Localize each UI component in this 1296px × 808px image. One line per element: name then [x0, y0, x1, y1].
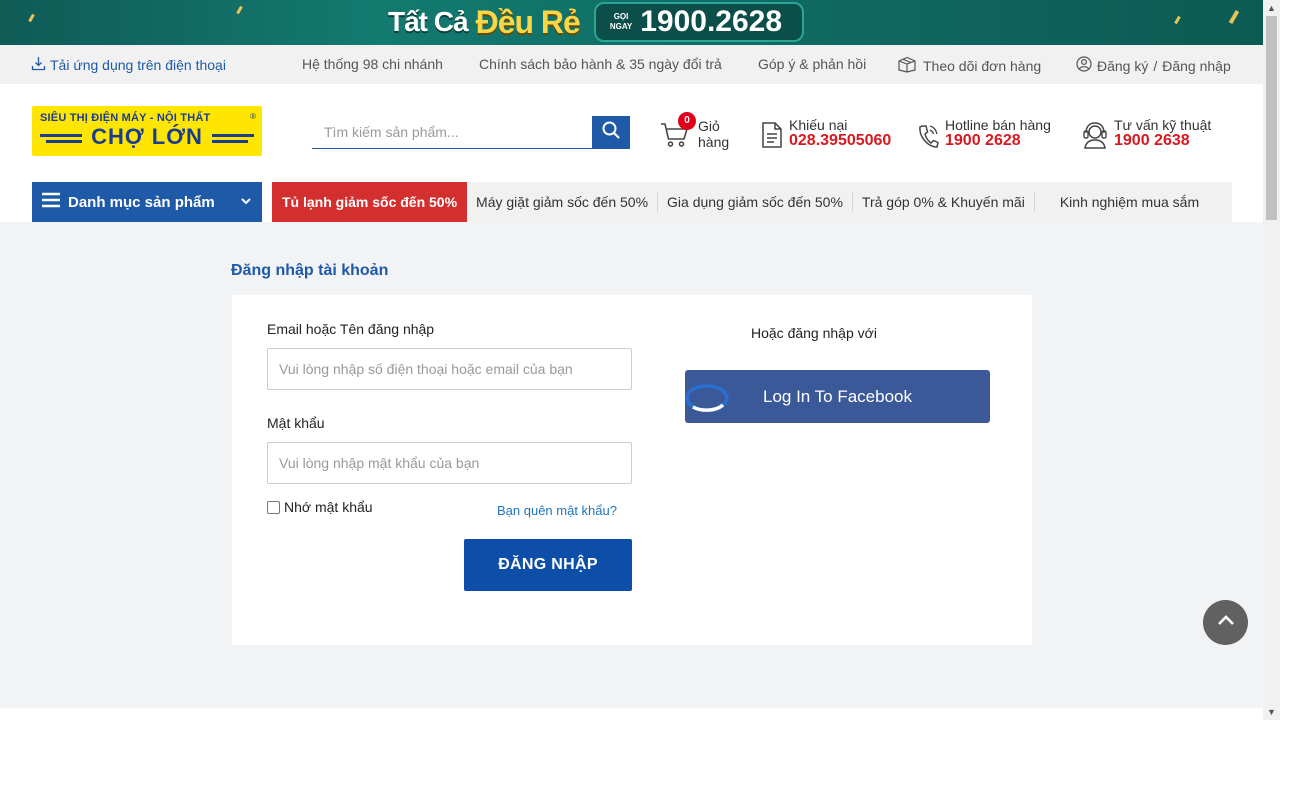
email-label: Email hoặc Tên đăng nhập: [267, 321, 435, 337]
hotline-label: Hotline bán hàng: [945, 117, 1051, 133]
password-label: Mật khẩu: [267, 415, 325, 431]
complaint-label: Khiếu nại: [789, 117, 848, 133]
promo-nav-bar: Tủ lạnh giảm sốc đến 50% Máy giặt giảm s…: [272, 182, 1232, 222]
social-login-label: Hoặc đăng nhập với: [751, 325, 877, 341]
top-links-bar: Tải ứng dụng trên điện thoại Hệ thống 98…: [0, 45, 1263, 84]
track-order-label: Theo dõi đơn hàng: [923, 58, 1042, 74]
banner-call-label-2: NGAY: [609, 22, 633, 31]
nav-item-shopping-tips[interactable]: Kinh nghiệm mua sắm: [1051, 192, 1208, 212]
register-link[interactable]: Đăng ký: [1097, 58, 1148, 74]
cart-count-badge: 0: [678, 112, 696, 130]
search-bar: [312, 116, 630, 149]
chevron-up-icon: [1216, 613, 1236, 632]
complaint-contact[interactable]: Khiếu nại 028.39505060: [761, 117, 891, 154]
remember-me: Nhớ mật khẩu: [267, 499, 373, 515]
cart-icon: [660, 123, 690, 154]
scroll-down-arrow[interactable]: ▼: [1263, 704, 1280, 720]
scroll-to-top-button[interactable]: [1203, 600, 1248, 645]
document-icon: [761, 121, 783, 154]
page-viewport: Tất Cả Đều Rẻ GỌI NGAY 1900.2628 Tải ứng…: [0, 0, 1263, 708]
confetti-decoration: [1174, 15, 1181, 25]
hotline-phone: 1900 2628: [945, 132, 1021, 149]
nav-item-appliances[interactable]: Gia dụng giảm sốc đến 50%: [658, 192, 853, 212]
box-icon: [897, 56, 917, 76]
tech-phone: 1900 2638: [1114, 132, 1190, 149]
confetti-decoration: [1228, 9, 1240, 25]
email-field[interactable]: [267, 348, 632, 390]
logo-line-1: SIÊU THỊ ĐIỆN MÁY - NỘI THẤT: [40, 112, 211, 124]
site-header: SIÊU THỊ ĐIỆN MÁY - NỘI THẤT ® CHỢ LỚN 0: [0, 84, 1263, 182]
hotline-contact[interactable]: Hotline bán hàng 1900 2628: [917, 117, 1051, 154]
remember-label[interactable]: Nhớ mật khẩu: [284, 499, 373, 515]
complaint-phone: 028.39505060: [789, 132, 892, 149]
password-field[interactable]: [267, 442, 632, 484]
menu-icon: [42, 192, 60, 212]
tech-support-contact[interactable]: Tư vấn kỹ thuật 1900 2638: [1082, 117, 1211, 154]
cart-label-1: Giỏ: [698, 118, 720, 134]
cart-label-2: hàng: [698, 134, 730, 150]
facebook-login-button[interactable]: Log In To Facebook: [685, 370, 990, 423]
branches-link[interactable]: Hệ thống 98 chi nhánh: [302, 56, 443, 72]
app-download-link[interactable]: Tải ứng dụng trên điện thoại: [31, 56, 226, 74]
remember-checkbox[interactable]: [267, 500, 280, 514]
logo-line-2: CHỢ LỚN: [91, 124, 203, 149]
nav-item-washer[interactable]: Máy giặt giảm sốc đến 50%: [467, 192, 659, 212]
confetti-decoration: [28, 13, 35, 23]
site-logo[interactable]: SIÊU THỊ ĐIỆN MÁY - NỘI THẤT ® CHỢ LỚN: [32, 106, 262, 156]
download-icon: [31, 56, 46, 74]
phone-icon: [917, 123, 939, 154]
banner-call-label-1: GỌI: [613, 12, 629, 21]
warranty-link[interactable]: Chính sách bảo hành & 35 ngày đổi trả: [479, 56, 722, 72]
search-input[interactable]: [312, 116, 592, 149]
search-button[interactable]: [592, 116, 630, 149]
chevron-down-icon: [240, 194, 252, 212]
banner-phone: 1900.2628: [640, 5, 783, 38]
user-circle-icon: [1076, 56, 1092, 75]
app-download-label: Tải ứng dụng trên điện thoại: [50, 57, 226, 73]
headset-icon: [1082, 121, 1108, 154]
category-menu-label: Danh mục sản phẩm: [68, 193, 215, 211]
nav-item-installment[interactable]: Trả góp 0% & Khuyến mãi: [853, 192, 1035, 212]
forgot-password-link[interactable]: Bạn quên mật khẩu?: [497, 503, 617, 518]
cart-button[interactable]: 0 Giỏ hàng: [660, 112, 730, 150]
banner-text-b: Đều Rẻ: [475, 3, 581, 40]
feedback-link[interactable]: Góp ý & phản hồi: [758, 56, 866, 72]
login-link[interactable]: Đăng nhập: [1162, 58, 1231, 74]
page-scrollbar[interactable]: ▲ ▼: [1263, 0, 1280, 720]
account-separator: /: [1153, 57, 1158, 74]
login-card: Email hoặc Tên đăng nhập Mật khẩu Nhớ mậ…: [232, 295, 1032, 645]
tech-label: Tư vấn kỹ thuật: [1114, 117, 1212, 133]
scroll-up-arrow[interactable]: ▲: [1263, 0, 1280, 16]
track-order-link[interactable]: Theo dõi đơn hàng: [897, 56, 1041, 76]
nav-hot-fridge[interactable]: Tủ lạnh giảm sốc đến 50%: [272, 182, 468, 222]
logo-registered-mark: ®: [250, 112, 256, 121]
main-nav: Danh mục sản phẩm Tủ lạnh giảm sốc đến 5…: [0, 182, 1263, 222]
search-icon: [601, 120, 621, 145]
loading-spinner-icon: [685, 383, 729, 413]
scrollbar-thumb[interactable]: [1266, 16, 1277, 220]
promo-banner[interactable]: Tất Cả Đều Rẻ GỌI NGAY 1900.2628: [0, 0, 1263, 45]
account-links: Đăng ký / Đăng nhập: [1076, 56, 1231, 75]
banner-call-pill: GỌI NGAY 1900.2628: [593, 2, 805, 42]
category-menu-button[interactable]: Danh mục sản phẩm: [32, 182, 262, 222]
banner-text-a: Tất Cả: [388, 6, 469, 37]
facebook-login-label: Log In To Facebook: [762, 386, 912, 406]
login-submit-button[interactable]: ĐĂNG NHẬP: [464, 539, 632, 591]
confetti-decoration: [236, 5, 243, 15]
page-title: Đăng nhập tài khoản: [231, 262, 389, 279]
